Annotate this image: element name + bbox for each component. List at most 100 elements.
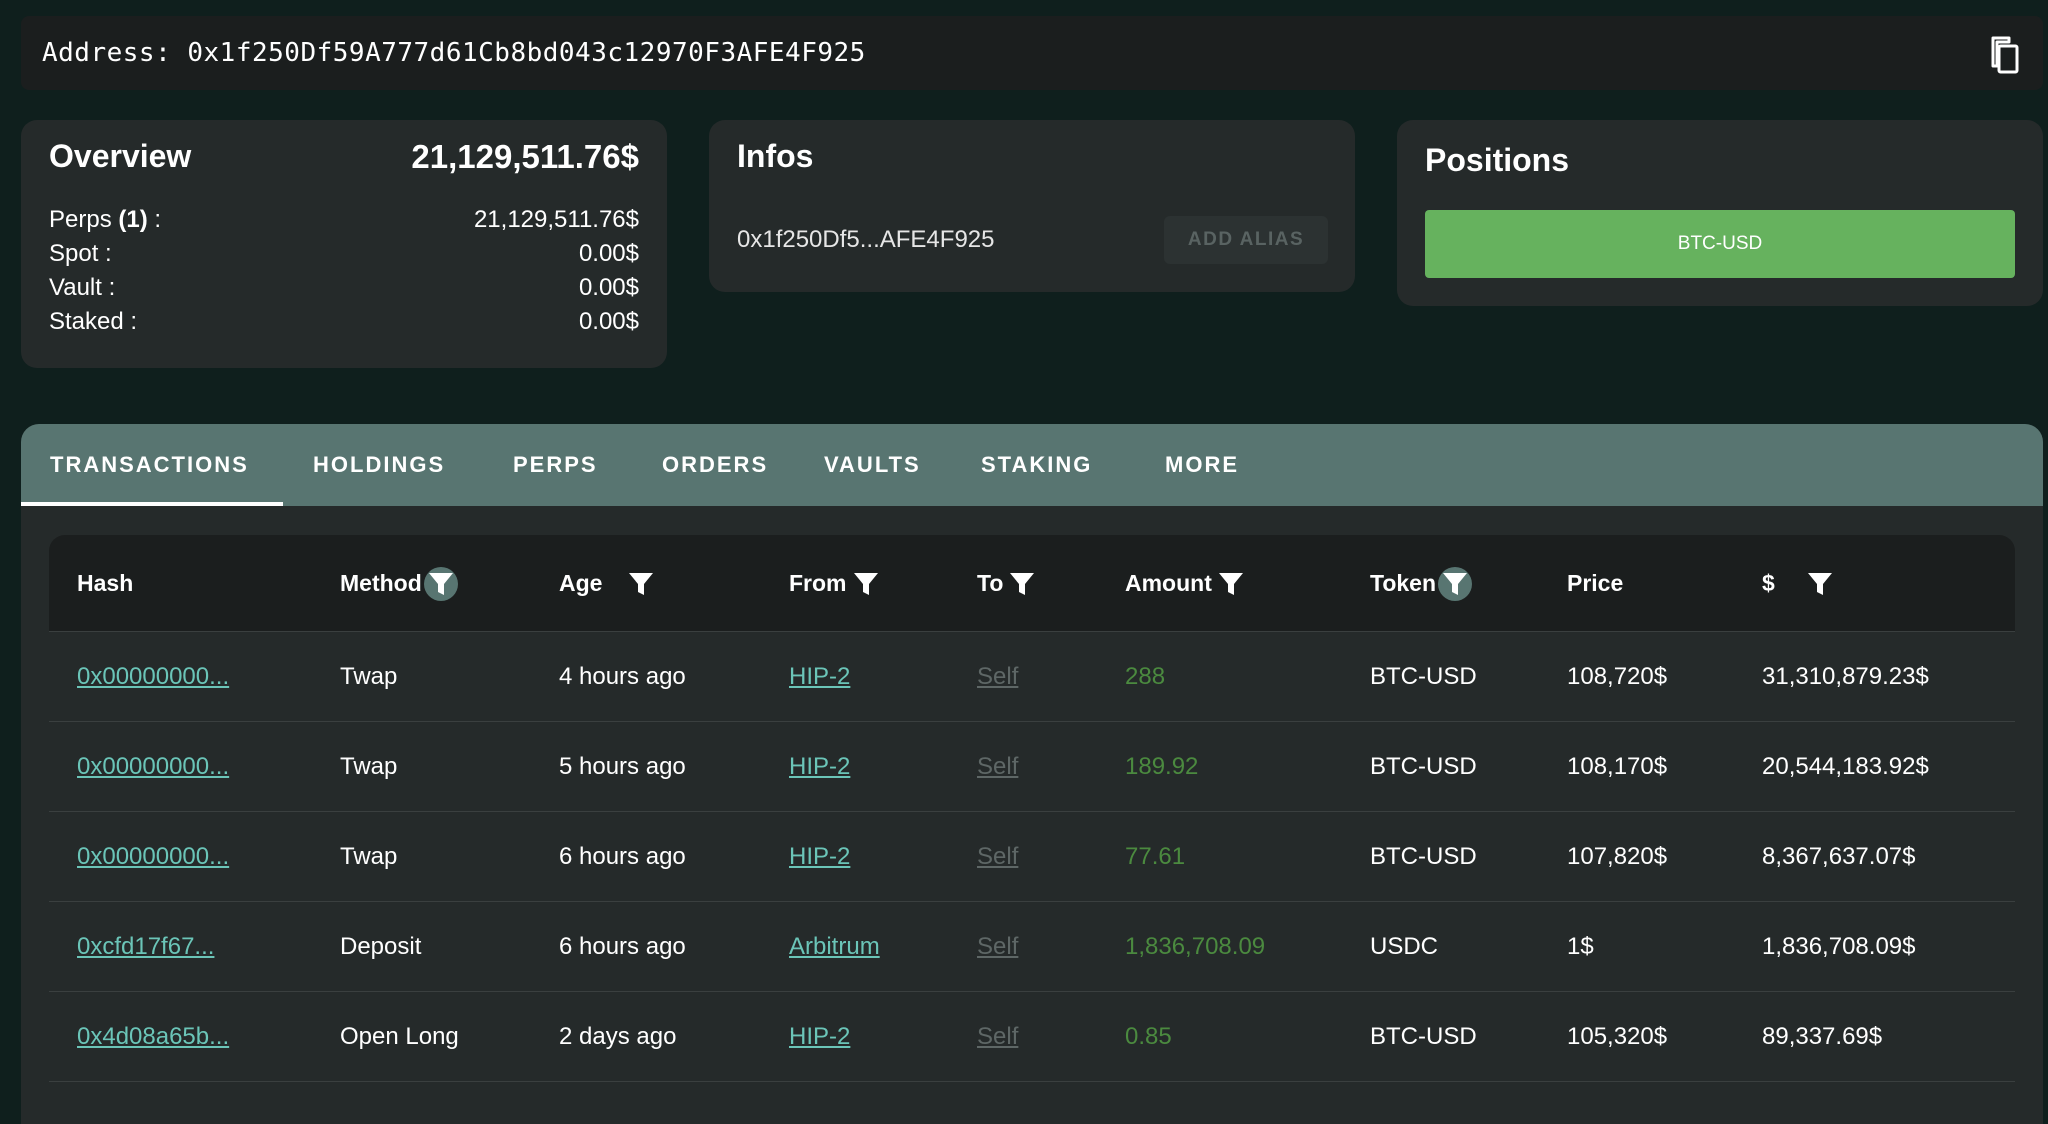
to-link[interactable]: Self bbox=[977, 812, 1018, 902]
column-token: Token bbox=[1370, 535, 1473, 632]
from-link[interactable]: HIP-2 bbox=[789, 632, 850, 722]
age-filter-icon[interactable] bbox=[624, 567, 658, 601]
age-cell: 6 hours ago bbox=[559, 933, 686, 960]
from-filter-icon[interactable] bbox=[849, 567, 883, 601]
overview-row-staked: Staked : 0.00$ bbox=[49, 308, 639, 336]
add-alias-button[interactable]: ADD ALIAS bbox=[1164, 216, 1328, 264]
tab-orders[interactable]: ORDERS bbox=[662, 424, 768, 506]
overview-count: (1) bbox=[118, 206, 148, 233]
tab-holdings[interactable]: HOLDINGS bbox=[313, 424, 445, 506]
column-to: To bbox=[977, 535, 1039, 632]
method-cell: Open Long bbox=[340, 1023, 459, 1050]
address-bar: Address: 0x1f250Df59A777d61Cb8bd043c1297… bbox=[21, 16, 2043, 90]
method-cell: Deposit bbox=[340, 933, 422, 960]
overview-label: Perps bbox=[49, 206, 119, 233]
method-filter-icon[interactable] bbox=[423, 566, 458, 601]
column-hash: Hash bbox=[77, 570, 134, 596]
from-link[interactable]: HIP-2 bbox=[789, 722, 850, 812]
overview-total: 21,129,511.76$ bbox=[411, 138, 639, 175]
token-cell: USDC bbox=[1370, 933, 1439, 960]
age-cell: 5 hours ago bbox=[559, 753, 686, 780]
table-row: 0x00000000... Twap 5 hours ago HIP-2 Sel… bbox=[49, 722, 2015, 812]
infos-title: Infos bbox=[737, 138, 814, 174]
overview-value: 0.00$ bbox=[578, 240, 639, 267]
overview-row-spot: Spot : 0.00$ bbox=[49, 240, 639, 268]
to-filter-icon[interactable] bbox=[1005, 567, 1039, 601]
overview-card: Overview 21,129,511.76$ Perps (1) : 21,1… bbox=[21, 120, 667, 368]
column-from: From bbox=[789, 535, 883, 632]
price-cell: 108,170$ bbox=[1567, 753, 1668, 780]
usd-cell: 8,367,637.07$ bbox=[1762, 843, 1916, 870]
amount-cell: 0.85 bbox=[1125, 1023, 1172, 1050]
tab-perps[interactable]: PERPS bbox=[513, 424, 598, 506]
table-row: 0x00000000... Twap 6 hours ago HIP-2 Sel… bbox=[49, 812, 2015, 902]
overview-title: Overview bbox=[49, 138, 192, 174]
usd-filter-icon[interactable] bbox=[1803, 567, 1837, 601]
position-btc-usd-button[interactable]: BTC-USD bbox=[1425, 210, 2015, 278]
tab-staking[interactable]: STAKING bbox=[981, 424, 1092, 506]
from-link[interactable]: HIP-2 bbox=[789, 992, 850, 1082]
column-method: Method bbox=[340, 535, 458, 632]
method-cell: Twap bbox=[340, 843, 398, 870]
from-link[interactable]: Arbitrum bbox=[789, 902, 880, 992]
usd-cell: 1,836,708.09$ bbox=[1762, 933, 1916, 960]
tab-panel: TRANSACTIONS HOLDINGS PERPS ORDERS VAULT… bbox=[21, 424, 2043, 1124]
wallet-address: Address: 0x1f250Df59A777d61Cb8bd043c1297… bbox=[42, 38, 866, 68]
token-cell: BTC-USD bbox=[1370, 663, 1477, 690]
to-link[interactable]: Self bbox=[977, 902, 1018, 992]
overview-value: 0.00$ bbox=[578, 308, 639, 335]
table-row: 0xcfd17f67... Deposit 6 hours ago Arbitr… bbox=[49, 902, 2015, 992]
method-cell: Twap bbox=[340, 753, 398, 780]
copy-icon[interactable] bbox=[1985, 35, 2021, 75]
table-row: 0x4d08a65b... Open Long 2 days ago HIP-2… bbox=[49, 992, 2015, 1082]
age-cell: 4 hours ago bbox=[559, 663, 686, 690]
age-cell: 6 hours ago bbox=[559, 843, 686, 870]
amount-filter-icon[interactable] bbox=[1214, 567, 1248, 601]
token-filter-icon[interactable] bbox=[1438, 566, 1473, 601]
tab-bar: TRANSACTIONS HOLDINGS PERPS ORDERS VAULT… bbox=[21, 424, 2043, 506]
to-link[interactable]: Self bbox=[977, 722, 1018, 812]
overview-label: Vault : bbox=[49, 274, 116, 301]
amount-cell: 1,836,708.09 bbox=[1125, 933, 1266, 960]
overview-value: 0.00$ bbox=[578, 274, 639, 301]
token-cell: BTC-USD bbox=[1370, 753, 1477, 780]
to-link[interactable]: Self bbox=[977, 992, 1018, 1082]
to-link[interactable]: Self bbox=[977, 632, 1018, 722]
usd-cell: 20,544,183.92$ bbox=[1762, 753, 1929, 780]
table-row: 0x00000000... Twap 4 hours ago HIP-2 Sel… bbox=[49, 632, 2015, 722]
hash-link[interactable]: 0x00000000... bbox=[77, 632, 229, 722]
price-cell: 107,820$ bbox=[1567, 843, 1668, 870]
overview-label: Spot : bbox=[49, 240, 112, 267]
token-cell: BTC-USD bbox=[1370, 843, 1477, 870]
tab-more[interactable]: MORE bbox=[1165, 424, 1239, 506]
positions-card: Positions BTC-USD bbox=[1397, 120, 2043, 306]
transactions-table: Hash Method Age From To Amount Token Pri… bbox=[49, 535, 2015, 1082]
hash-link[interactable]: 0x00000000... bbox=[77, 722, 229, 812]
positions-title: Positions bbox=[1425, 142, 1570, 178]
usd-cell: 31,310,879.23$ bbox=[1762, 663, 1929, 690]
column-usd: $ bbox=[1762, 535, 1837, 632]
price-cell: 105,320$ bbox=[1567, 1023, 1668, 1050]
tab-transactions[interactable]: TRANSACTIONS bbox=[50, 424, 249, 506]
hash-link[interactable]: 0xcfd17f67... bbox=[77, 902, 214, 992]
overview-row-vault: Vault : 0.00$ bbox=[49, 274, 639, 302]
column-price: Price bbox=[1567, 570, 1624, 596]
method-cell: Twap bbox=[340, 663, 398, 690]
token-cell: BTC-USD bbox=[1370, 1023, 1477, 1050]
overview-value: 21,129,511.76$ bbox=[473, 206, 639, 233]
column-amount: Amount bbox=[1125, 535, 1248, 632]
infos-card: Infos 0x1f250Df5...AFE4F925 ADD ALIAS bbox=[709, 120, 1355, 292]
overview-row-perps: Perps (1) : 21,129,511.76$ bbox=[49, 206, 639, 233]
amount-cell: 189.92 bbox=[1125, 753, 1199, 780]
usd-cell: 89,337.69$ bbox=[1762, 1023, 1883, 1050]
active-tab-indicator bbox=[21, 502, 283, 506]
overview-label: Staked : bbox=[49, 308, 138, 335]
hash-link[interactable]: 0x00000000... bbox=[77, 812, 229, 902]
age-cell: 2 days ago bbox=[559, 1023, 677, 1050]
tab-vaults[interactable]: VAULTS bbox=[824, 424, 921, 506]
price-cell: 1$ bbox=[1567, 933, 1594, 960]
table-header: Hash Method Age From To Amount Token Pri… bbox=[49, 535, 2015, 632]
from-link[interactable]: HIP-2 bbox=[789, 812, 850, 902]
hash-link[interactable]: 0x4d08a65b... bbox=[77, 992, 229, 1082]
amount-cell: 77.61 bbox=[1125, 843, 1186, 870]
